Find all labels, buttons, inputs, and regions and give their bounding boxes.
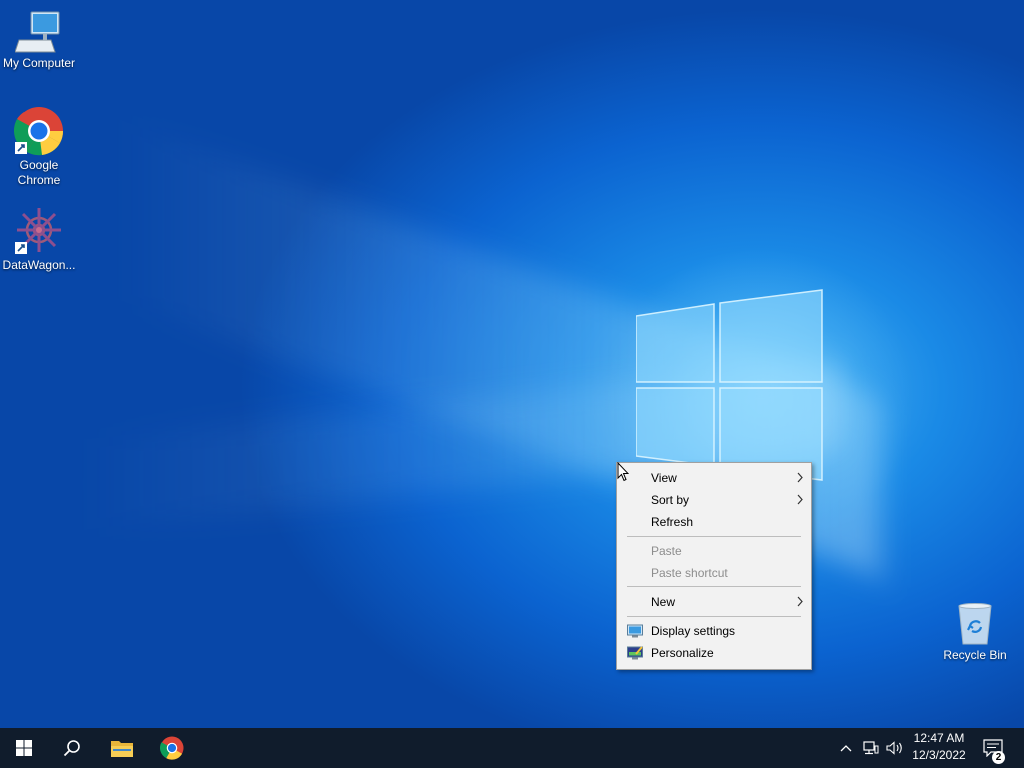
clock-time: 12:47 AM [913,731,965,745]
menu-item-view[interactable]: View [617,467,811,489]
start-icon [16,740,32,756]
chevron-right-icon [797,596,803,607]
network-button[interactable] [860,728,882,768]
menu-separator [627,586,801,587]
start-button[interactable] [0,728,48,768]
desktop[interactable]: My Computer Google Chrome DataWagon... R… [0,0,1024,728]
mouse-cursor-icon [617,462,629,482]
chrome-icon [14,107,64,156]
menu-separator [627,536,801,537]
menu-item-label: New [651,595,676,609]
chevron-up-icon [840,745,852,752]
menu-item-label: Sort by [651,493,690,507]
desktop-context-menu: View Sort by Refresh Paste Paste shortcu… [616,462,812,670]
volume-button[interactable] [884,728,906,768]
desktop-icon-recycle-bin[interactable]: Recycle Bin [936,602,1014,663]
file-explorer-button[interactable] [98,728,146,768]
datawagon-icon [15,208,61,254]
notification-count-badge: 2 [992,751,1005,764]
network-icon [863,741,879,755]
menu-item-label: Personalize [651,646,714,660]
menu-item-display-settings[interactable]: Display settings [617,620,811,642]
personalize-icon [627,646,643,660]
menu-item-personalize[interactable]: Personalize [617,642,811,664]
file-explorer-icon [111,741,133,757]
menu-item-paste-shortcut: Paste shortcut [617,562,811,584]
volume-icon [886,741,902,755]
chevron-right-icon [797,472,803,483]
chevron-right-icon [797,494,803,505]
clock-date: 12/3/2022 [912,748,966,762]
menu-item-label: Paste shortcut [651,566,728,580]
recycle-bin-icon [958,603,992,645]
menu-item-sort-by[interactable]: Sort by [617,489,811,511]
windows-logo-wallpaper [636,289,823,481]
desktop-icon-label: Recycle Bin [943,648,1007,662]
menu-item-label: Refresh [651,515,694,529]
menu-item-paste: Paste [617,540,811,562]
computer-icon [15,11,60,53]
desktop-icon-label: Chrome [17,173,61,187]
menu-item-label: Paste [651,544,682,558]
taskbar: 12:47 AM 12/3/2022 [0,728,1024,768]
menu-item-refresh[interactable]: Refresh [617,511,811,533]
search-icon [63,740,80,757]
display-icon [627,624,643,638]
show-hidden-icons-button[interactable] [836,728,856,768]
menu-item-new[interactable]: New [617,591,811,613]
chrome-icon [160,736,184,760]
desktop-icon-google-chrome[interactable]: Google Chrome [0,106,78,188]
desktop-icon-label: Google [19,158,59,172]
taskbar-clock[interactable]: 12:47 AM 12/3/2022 [908,730,970,764]
search-button[interactable] [48,728,96,768]
desktop-icon-label: DataWagon... [2,258,76,272]
desktop-icon-datawagon[interactable]: DataWagon... [0,206,78,273]
menu-separator [627,616,801,617]
desktop-icon-label: My Computer [2,56,76,70]
chrome-taskbar-button[interactable] [148,728,196,768]
menu-item-label: View [651,471,677,485]
desktop-icon-my-computer[interactable]: My Computer [0,10,78,71]
menu-item-label: Display settings [651,624,736,638]
